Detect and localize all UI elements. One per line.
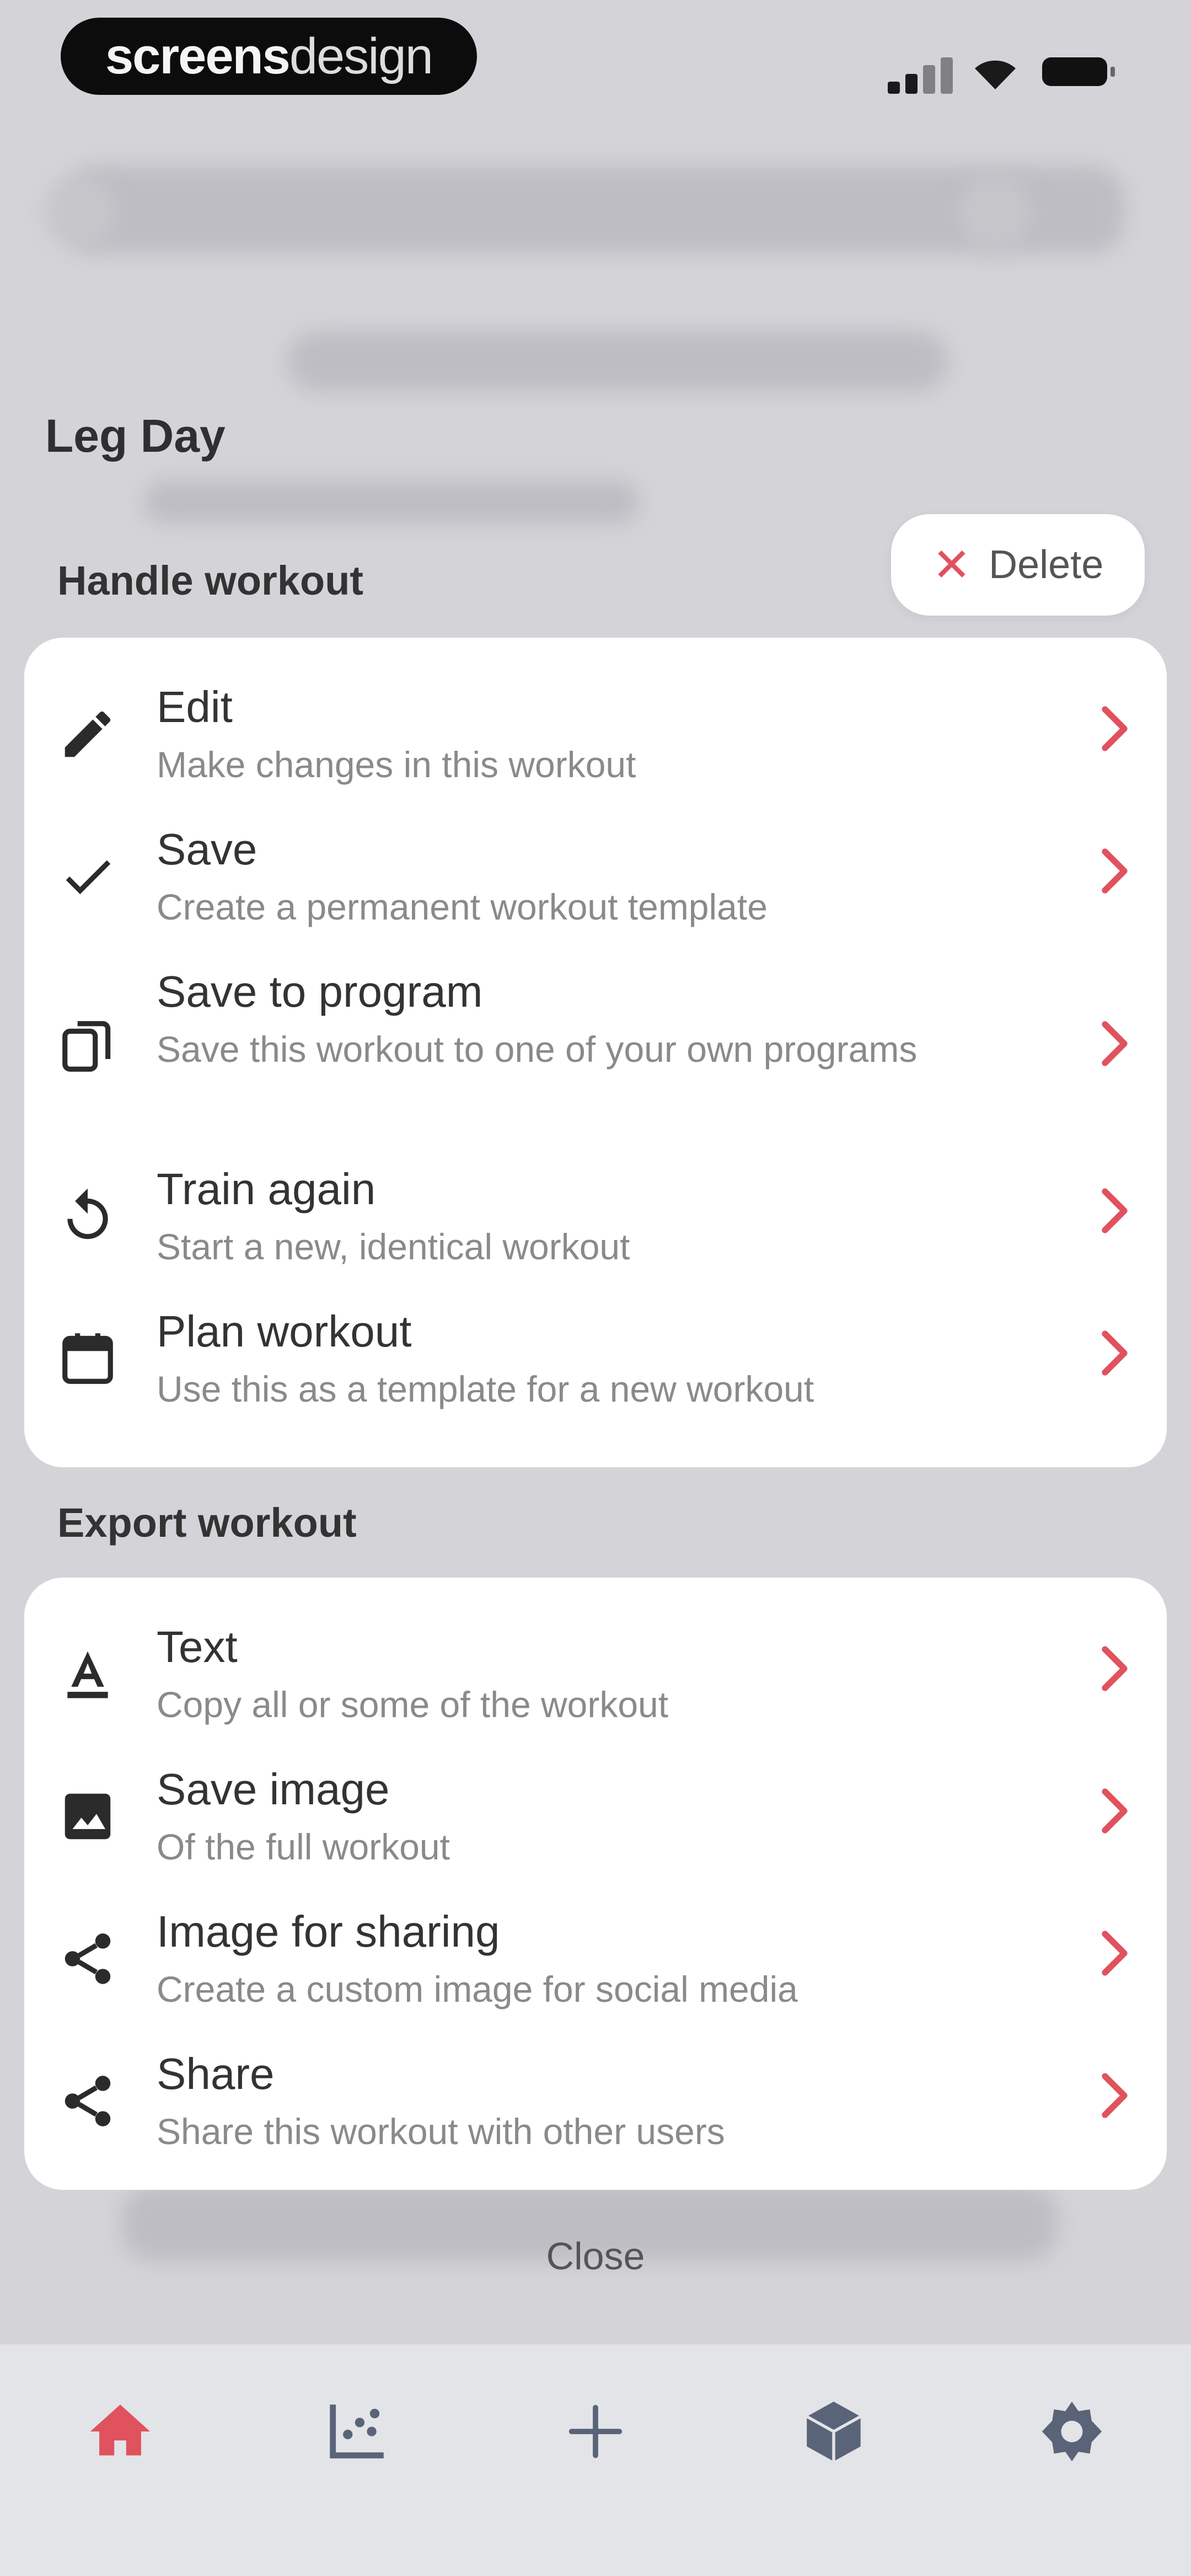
chevron-right-icon [1102,848,1128,894]
menu-item-title: Save to program [157,967,483,1016]
status-icons [888,50,1119,94]
image-icon [57,1786,118,1847]
chevron-right-icon [1102,1788,1128,1834]
menu-item-title: Edit [157,682,233,731]
chevron-right-icon [1102,1188,1128,1233]
menu-item-subtitle: Create a permanent workout template [157,886,768,927]
brand-logo-light: design [289,28,433,84]
menu-item-title: Share [157,2049,275,2098]
menu-item-train-again[interactable]: Train again Start a new, identical worko… [24,1164,1167,1291]
pencil-icon [57,704,118,765]
chevron-right-icon [1102,1330,1128,1376]
menu-item-edit[interactable]: Edit Make changes in this workout [24,682,1167,809]
export-section-title: Export workout [57,1500,357,1546]
restart-icon [57,1186,118,1247]
tab-stats[interactable] [302,2376,412,2487]
tab-add[interactable] [540,2376,651,2487]
menu-item-share[interactable]: Share Share this workout with other user… [24,2049,1167,2176]
close-x-icon: ✕ [932,539,972,591]
bg-tab-strip [287,331,948,392]
share-icon [57,1928,118,1989]
delete-button[interactable]: ✕ Delete [891,514,1145,616]
menu-item-title: Save [157,825,257,874]
menu-item-title: Plan workout [157,1307,412,1356]
menu-item-subtitle: Create a custom image for social media [157,1969,798,2010]
chevron-right-icon [1102,1646,1128,1691]
menu-item-title: Save image [157,1765,390,1814]
gear-icon [1042,2401,1102,2462]
chevron-right-icon [1102,2073,1128,2118]
menu-item-subtitle: Save this workout to one of your own pro… [157,1029,918,1070]
signal-bar-1 [888,82,900,94]
menu-item-save-to-program[interactable]: Save to program Save this workout to one… [24,966,1167,1148]
plus-icon [568,2404,623,2459]
chart-icon [330,2404,384,2459]
home-icon [90,2404,151,2456]
menu-item-save[interactable]: Save Create a permanent workout template [24,824,1167,951]
bg-search-button [959,177,1031,248]
menu-item-subtitle: Make changes in this workout [157,744,636,785]
menu-item-text[interactable]: Text Copy all or some of the workout [24,1622,1167,1749]
brand-logo-bold: screens [105,28,291,84]
calendar-icon [57,1328,118,1389]
chevron-right-icon [1102,1021,1128,1066]
bg-subtitle [143,480,640,524]
menu-item-subtitle: Start a new, identical workout [157,1226,630,1267]
close-button[interactable]: Close [0,2234,1191,2278]
export-workout-card: Text Copy all or some of the workout Sav… [24,1578,1167,2190]
chevron-right-icon [1102,1931,1128,1976]
signal-bar-2 [905,74,918,94]
tab-settings[interactable] [1017,2376,1127,2487]
menu-item-image-for-sharing[interactable]: Image for sharing Create a custom image … [24,1906,1167,2033]
menu-item-subtitle: Share this workout with other users [157,2111,725,2152]
menu-item-subtitle: Of the full workout [157,1826,450,1867]
handle-workout-card: Edit Make changes in this workout Save C… [24,638,1167,1467]
bg-back-button [44,177,116,248]
handle-section-title: Handle workout [57,558,364,603]
checkmark-icon [57,846,118,907]
battery-icon [1042,57,1115,86]
wifi-icon [975,60,1016,89]
menu-item-subtitle: Copy all or some of the workout [157,1684,669,1725]
share-icon [57,2071,118,2131]
status-bar: screens design [0,0,1191,116]
menu-item-plan-workout[interactable]: Plan workout Use this as a template for … [24,1306,1167,1433]
brand-logo: screens design [61,18,477,95]
signal-bar-4 [941,57,953,94]
menu-item-save-image[interactable]: Save image Of the full workout [24,1764,1167,1891]
tab-exercises[interactable] [779,2376,889,2487]
menu-item-title: Train again [157,1164,376,1214]
delete-label: Delete [989,543,1104,587]
tab-bar [0,2344,1191,2576]
tab-home[interactable] [65,2376,175,2487]
chevron-right-icon [1102,706,1128,751]
menu-item-title: Image for sharing [157,1907,500,1956]
workout-title: Leg Day [45,410,226,462]
cube-icon [806,2401,862,2462]
copy-icon [57,1016,118,1077]
signal-bar-3 [923,65,935,94]
menu-item-subtitle: Use this as a template for a new workout [157,1369,814,1409]
menu-item-title: Text [157,1622,238,1671]
text-icon [57,1644,118,1704]
